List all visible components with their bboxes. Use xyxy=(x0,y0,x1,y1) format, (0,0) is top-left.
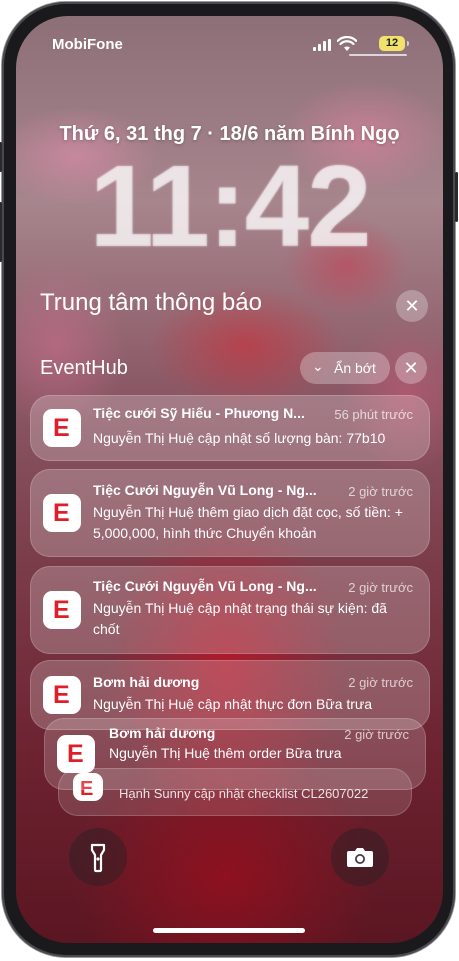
notification-card[interactable]: E Tiệc Cưới Nguyễn Vũ Long - Ng... 2 giờ… xyxy=(30,566,430,654)
clear-group-button[interactable]: ✕ xyxy=(395,352,427,384)
eventhub-app-icon: E xyxy=(43,676,81,714)
clear-all-button[interactable]: ✕ xyxy=(396,290,428,322)
home-indicator[interactable] xyxy=(153,928,305,933)
notification-card[interactable]: E Tiệc Cưới Nguyễn Vũ Long - Ng... 2 giờ… xyxy=(30,469,430,557)
notification-body: Nguyễn Thị Huệ cập nhật trạng thái sự ki… xyxy=(93,600,387,637)
notification-center-title: Trung tâm thông báo xyxy=(40,289,262,316)
phone-frame: MobiFone 12 Thứ 6, 31 thg 7 · 18/6 năm B… xyxy=(0,2,458,957)
lock-time: 11:42 xyxy=(89,141,371,271)
notification-time: 2 giờ trước xyxy=(348,484,413,499)
side-button-left-2 xyxy=(0,202,2,262)
chevron-down-icon: ⌄ xyxy=(312,358,324,374)
notification-card[interactable]: E Bơm hải dương 2 giờ trước Nguyễn Thị H… xyxy=(30,660,430,730)
eventhub-app-icon: E xyxy=(57,735,95,773)
wifi-icon xyxy=(337,36,357,51)
notification-title: Tiệc Cưới Nguyễn Vũ Long - Ng... xyxy=(93,482,317,498)
side-button-right xyxy=(455,172,458,222)
notification-title: Tiệc cưới Sỹ Hiếu - Phương N... xyxy=(93,405,305,421)
notification-body: Nguyễn Thị Huệ thêm giao dịch đặt cọc, s… xyxy=(93,504,403,541)
eventhub-app-icon: E xyxy=(43,409,81,447)
notification-time: 2 giờ trước xyxy=(348,675,413,690)
flashlight-button[interactable] xyxy=(69,828,127,886)
camera-button[interactable] xyxy=(331,828,389,886)
flashlight-icon xyxy=(90,843,106,873)
notification-body: Nguyễn Thị Huệ cập nhật thực đơn Bữa trư… xyxy=(93,696,373,712)
notification-card[interactable]: E Tiệc cưới Sỹ Hiếu - Phương N... 56 phú… xyxy=(30,395,430,461)
show-less-label: Ẩn bớt xyxy=(334,360,376,376)
battery-icon: 12 xyxy=(379,36,409,51)
notification-title: Bơm hải dương xyxy=(93,674,200,690)
status-underline xyxy=(349,54,407,56)
notification-body: Nguyễn Thị Huệ cập nhật số lượng bàn: 77… xyxy=(93,430,386,446)
notification-title: Tiệc Cưới Nguyễn Vũ Long - Ng... xyxy=(93,578,317,594)
camera-icon xyxy=(347,848,373,867)
status-bar: MobiFone 12 xyxy=(52,36,413,54)
cellular-signal-icon xyxy=(313,39,331,51)
notification-body: Nguyễn Thị Huệ thêm order Bữa trưa xyxy=(109,745,342,761)
carrier-label: MobiFone xyxy=(52,36,123,53)
eventhub-app-icon: E xyxy=(43,494,81,532)
lock-screen: MobiFone 12 Thứ 6, 31 thg 7 · 18/6 năm B… xyxy=(16,16,443,943)
eventhub-app-icon: E xyxy=(43,591,81,629)
group-app-name: EventHub xyxy=(40,357,128,379)
show-less-button[interactable]: ⌄ Ẩn bớt xyxy=(300,352,390,384)
notification-time: 56 phút trước xyxy=(334,407,413,422)
side-button-left-1 xyxy=(0,142,2,172)
notification-time: 2 giờ trước xyxy=(348,580,413,595)
